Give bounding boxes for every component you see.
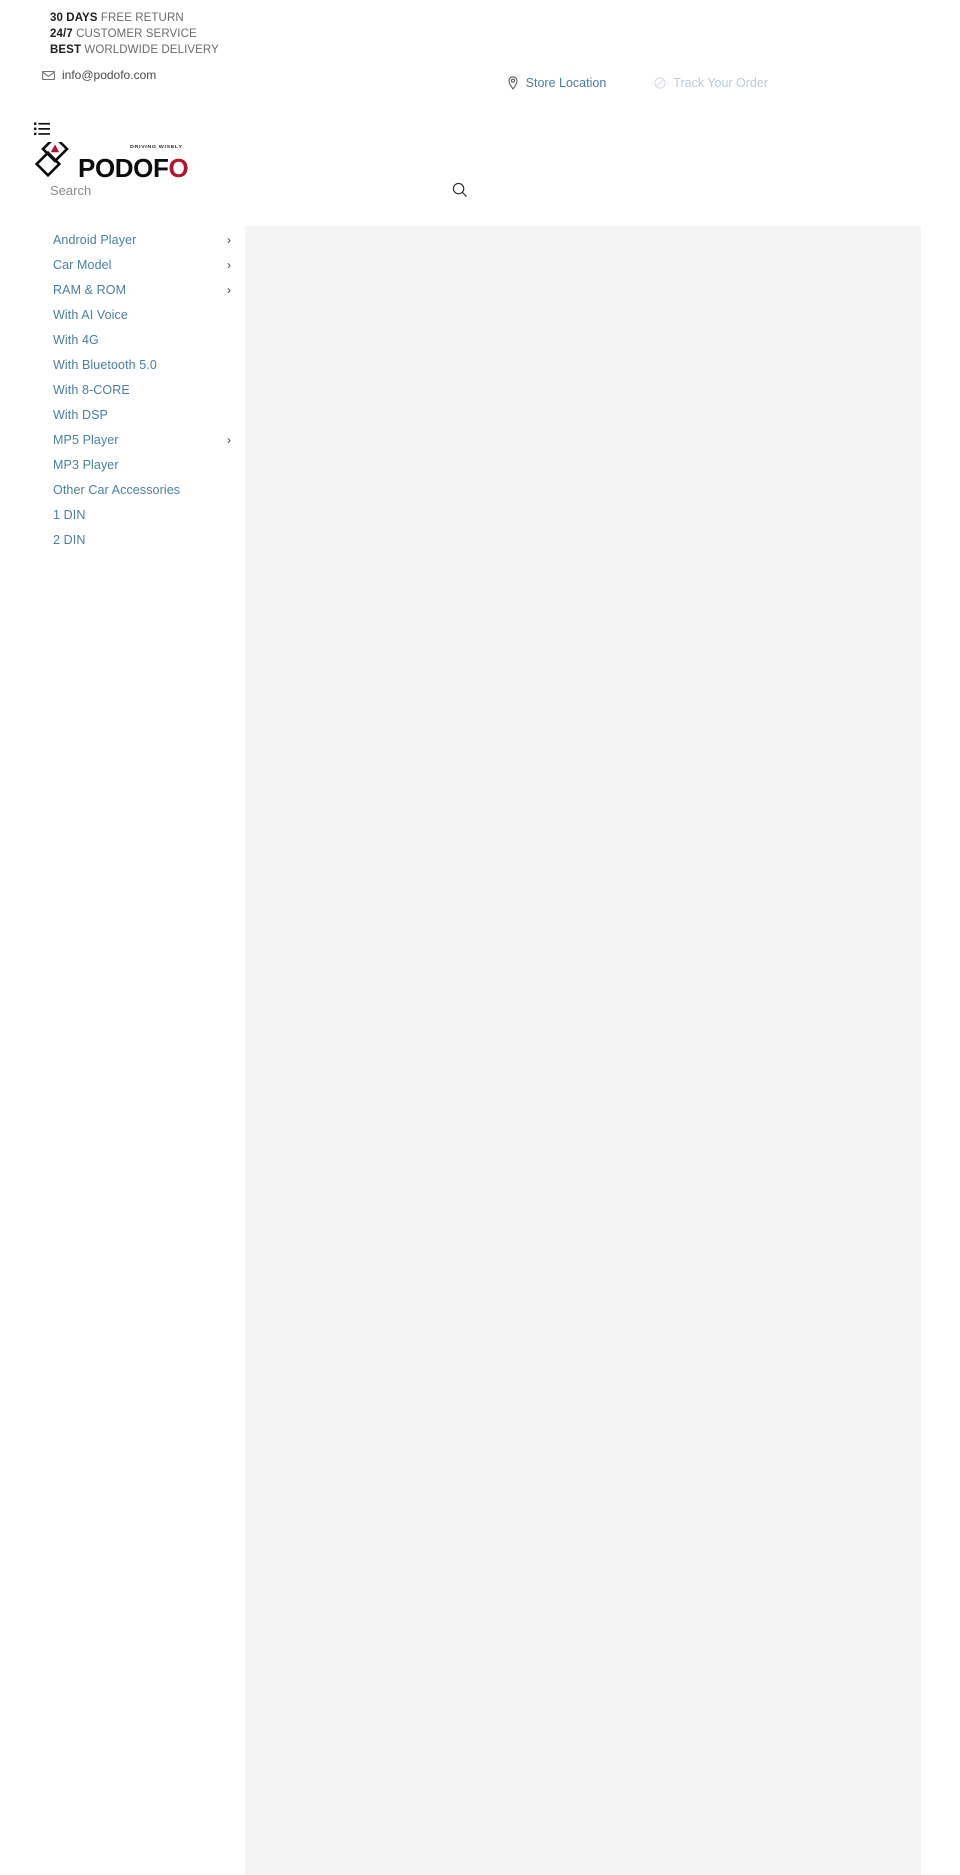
sidebar-item-other-car-accessories[interactable]: Other Car Accessories (53, 478, 231, 503)
sidebar-item-label: Android Player (53, 233, 137, 247)
sidebar-item-ram-rom[interactable]: RAM & ROM › (53, 278, 231, 303)
sidebar-item-label: 1 DIN (53, 508, 86, 522)
sidebar-item-2-din[interactable]: 2 DIN (53, 528, 231, 553)
envelope-icon (42, 69, 55, 82)
sidebar-item-with-4g[interactable]: With 4G (53, 328, 231, 353)
sidebar-item-label: Car Model (53, 258, 112, 272)
contact-email[interactable]: info@podofo.com (42, 68, 156, 82)
store-location-link[interactable]: Store Location (507, 76, 607, 90)
page-root: 30 DAYS FREE RETURN 24/7 CUSTOMER SERVIC… (0, 0, 960, 1875)
store-location-label: Store Location (525, 76, 607, 90)
list-menu-icon[interactable] (34, 122, 50, 136)
sidebar-item-with-ai-voice[interactable]: With AI Voice (53, 303, 231, 328)
promo-line-service-strong: 24/7 (50, 28, 73, 40)
sidebar-item-car-model[interactable]: Car Model › (53, 253, 231, 278)
promo-line-returns-rest: FREE RETURN (97, 12, 184, 24)
sidebar-item-label: With DSP (53, 408, 108, 422)
sidebar-item-mp3-player[interactable]: MP3 Player (53, 453, 231, 478)
search-bar (50, 180, 470, 200)
sidebar-item-label: RAM & ROM (53, 283, 127, 297)
sidebar-item-label: Other Car Accessories (53, 483, 181, 497)
sidebar-item-label: 2 DIN (53, 533, 86, 547)
sidebar-item-label: With 4G (53, 333, 99, 347)
logo-wordmark-accent: O (168, 153, 189, 183)
logo-wordmark-main: PODOF (78, 153, 169, 183)
site-logo[interactable]: DRIVING WISELY PODOFO (34, 135, 189, 183)
promo-line-delivery: BEST WORLDWIDE DELIVERY (50, 42, 960, 58)
promo-line-returns-strong: 30 DAYS (50, 12, 98, 24)
chevron-right-icon[interactable]: › (227, 428, 231, 453)
chevron-right-icon[interactable]: › (227, 278, 231, 303)
utility-links: Store Location Track Your Order (400, 76, 960, 90)
sidebar-item-label: MP3 Player (53, 458, 119, 472)
sidebar-item-with-8-core[interactable]: With 8-CORE (53, 378, 231, 403)
promo-line-service: 24/7 CUSTOMER SERVICE (50, 26, 960, 42)
sidebar-item-1-din[interactable]: 1 DIN (53, 503, 231, 528)
promo-line-service-rest: CUSTOMER SERVICE (72, 28, 197, 40)
sidebar-item-label: With 8-CORE (53, 383, 130, 397)
chevron-right-icon[interactable]: › (227, 228, 231, 253)
search-input[interactable] (50, 180, 380, 200)
contact-email-text: info@podofo.com (62, 68, 157, 82)
main-content-panel (245, 226, 921, 1875)
category-sidebar: Android Player › Car Model › RAM & ROM ›… (0, 228, 245, 553)
logo-wordmark: PODOFO (78, 153, 189, 183)
track-order-link[interactable]: Track Your Order (654, 76, 768, 90)
product-grid-placeholder (245, 226, 921, 1875)
search-icon (452, 182, 468, 198)
promo-line-returns: 30 DAYS FREE RETURN (50, 10, 960, 26)
map-pin-icon (507, 76, 519, 90)
sidebar-item-with-bluetooth-50[interactable]: With Bluetooth 5.0 (53, 353, 231, 378)
sidebar-item-label: With AI Voice (53, 308, 128, 322)
logo-text: DRIVING WISELY PODOFO (78, 144, 189, 183)
podofo-diamond-logo-icon (34, 135, 76, 182)
sidebar-item-mp5-player[interactable]: MP5 Player › (53, 428, 231, 453)
chevron-right-icon[interactable]: › (227, 253, 231, 278)
sidebar-item-android-player[interactable]: Android Player › (53, 228, 231, 253)
promo-line-delivery-strong: BEST (50, 44, 82, 56)
sidebar-item-label: With Bluetooth 5.0 (53, 358, 157, 372)
truck-icon (654, 76, 666, 90)
promo-line-delivery-rest: WORLDWIDE DELIVERY (81, 44, 219, 56)
sidebar-item-label: MP5 Player (53, 433, 119, 447)
promo-bar: 30 DAYS FREE RETURN 24/7 CUSTOMER SERVIC… (0, 0, 960, 58)
sidebar-item-with-dsp[interactable]: With DSP (53, 403, 231, 428)
track-order-label: Track Your Order (673, 76, 768, 90)
logo-tagline: DRIVING WISELY (130, 144, 183, 150)
search-button[interactable] (450, 180, 470, 200)
